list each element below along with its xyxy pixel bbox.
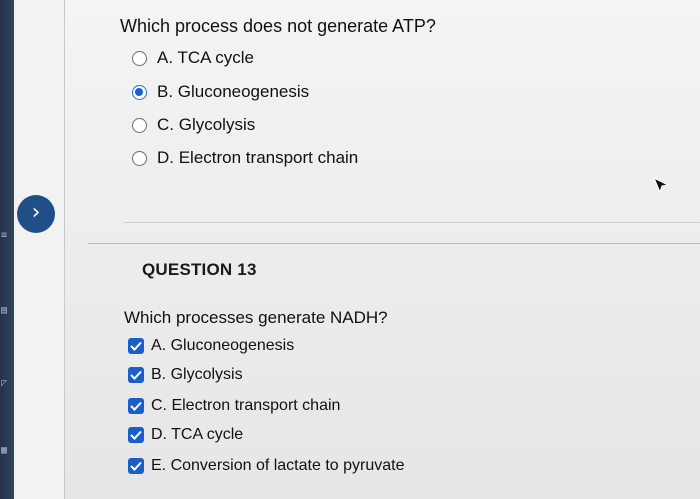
answer-option-b[interactable]: B. Gluconeogenesis (132, 82, 309, 102)
option-label: B. Glycolysis (151, 366, 243, 383)
question-text: Which process does not generate ATP? (120, 16, 436, 36)
option-label: D. Electron transport chain (157, 148, 359, 167)
answer-option-c[interactable]: C. Glycolysis (132, 115, 255, 135)
divider (88, 243, 700, 244)
checkbox-option-e[interactable]: E. Conversion of lactate to pyruvate (128, 457, 404, 475)
option-label: C. Glycolysis (157, 115, 256, 134)
quiz-page: ≡ ▤ ◸ ▦ › Which process does not generat… (0, 0, 700, 499)
checkbox-checked[interactable] (128, 427, 144, 443)
checkmark-icon (130, 401, 142, 411)
checkmark-icon (130, 430, 142, 440)
checkbox-checked[interactable] (128, 398, 144, 414)
option-label: B. Gluconeogenesis (157, 82, 310, 101)
radio-button[interactable] (132, 117, 147, 133)
checkmark-icon (130, 341, 142, 351)
checkmark-icon (130, 461, 142, 471)
bezel-mark-icon: ≡ (1, 230, 8, 241)
quiz-content: Which process does not generate ATP? A. … (64, 0, 700, 499)
radio-button[interactable] (132, 150, 147, 166)
checkbox-option-d[interactable]: D. TCA cycle (128, 426, 243, 444)
option-label: A. Gluconeogenesis (151, 337, 295, 354)
checkbox-checked[interactable] (128, 458, 144, 474)
checkbox-option-a[interactable]: A. Gluconeogenesis (128, 337, 294, 355)
bezel-mark-icon: ◸ (1, 378, 8, 389)
checkbox-option-c[interactable]: C. Electron transport chain (128, 397, 340, 415)
left-sidebar: › (14, 0, 65, 499)
chevron-right-icon[interactable]: › (17, 195, 55, 233)
answer-option-a[interactable]: A. TCA cycle (132, 48, 254, 68)
window-bezel: ≡ ▤ ◸ ▦ (0, 0, 14, 499)
question-heading: QUESTION 13 (142, 260, 257, 279)
mouse-cursor-icon (653, 176, 670, 194)
option-label: E. Conversion of lactate to pyruvate (151, 457, 405, 474)
answer-option-d[interactable]: D. Electron transport chain (132, 148, 358, 168)
checkbox-option-b[interactable]: B. Glycolysis (128, 366, 243, 384)
question-text: Which processes generate NADH? (124, 308, 388, 327)
checkmark-icon (130, 370, 142, 380)
divider (124, 222, 700, 223)
radio-button-selected[interactable] (132, 84, 147, 100)
checkbox-checked[interactable] (128, 338, 144, 354)
option-label: C. Electron transport chain (151, 397, 341, 414)
option-label: A. TCA cycle (157, 48, 254, 67)
checkbox-checked[interactable] (128, 367, 144, 383)
radio-button[interactable] (132, 50, 147, 66)
bezel-mark-icon: ▦ (1, 445, 8, 456)
option-label: D. TCA cycle (151, 426, 244, 443)
bezel-mark-icon: ▤ (1, 305, 8, 316)
